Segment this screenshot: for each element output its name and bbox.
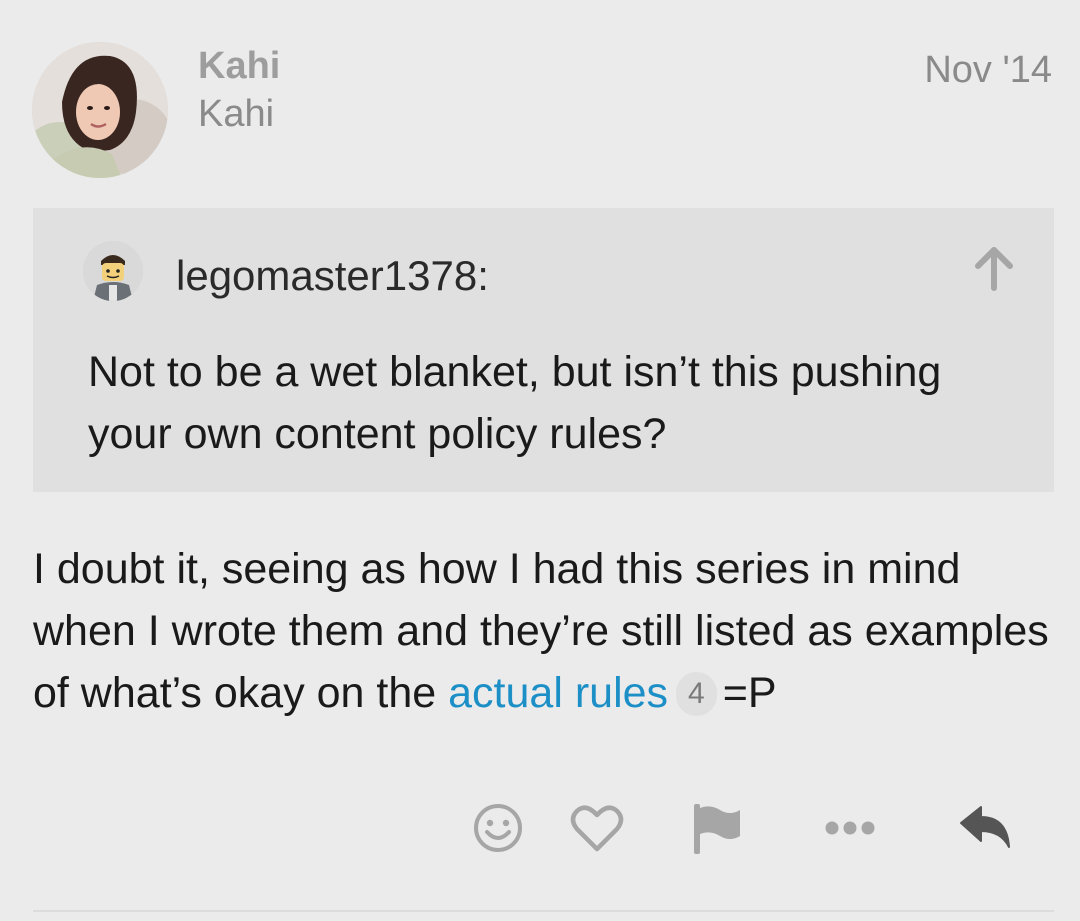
user-avatar-photo (32, 42, 168, 178)
actual-rules-link[interactable]: actual rules (448, 669, 668, 717)
lego-minifigure-avatar (83, 241, 143, 301)
react-button[interactable] (468, 798, 528, 858)
user-avatar[interactable] (32, 42, 168, 178)
ellipsis-icon (825, 821, 875, 835)
like-button[interactable] (567, 798, 627, 858)
more-button[interactable] (820, 798, 880, 858)
quote-text: Not to be a wet blanket, but isn’t this … (88, 348, 942, 458)
flag-icon (694, 804, 740, 854)
quote-block: legomaster1378: Not to be a wet blanket,… (33, 208, 1054, 492)
post-divider (33, 910, 1054, 912)
post-display-name: Kahi (198, 93, 275, 135)
post-username[interactable]: Kahi (198, 44, 280, 88)
reply-button[interactable] (955, 798, 1015, 858)
quote-author[interactable]: legomaster1378: (176, 251, 489, 301)
link-click-count: 4 (676, 672, 717, 716)
smiley-icon (474, 804, 522, 852)
post-body-text-end: =P (722, 669, 777, 717)
post-body: I doubt it, seeing as how I had this ser… (33, 538, 1053, 724)
reply-arrow-icon (960, 806, 1010, 848)
heart-icon (570, 805, 624, 852)
arrow-up-icon[interactable] (970, 244, 1018, 292)
post-date[interactable]: Nov '14 (924, 48, 1052, 92)
flag-button[interactable] (686, 798, 746, 858)
quote-author-avatar[interactable] (83, 241, 143, 301)
